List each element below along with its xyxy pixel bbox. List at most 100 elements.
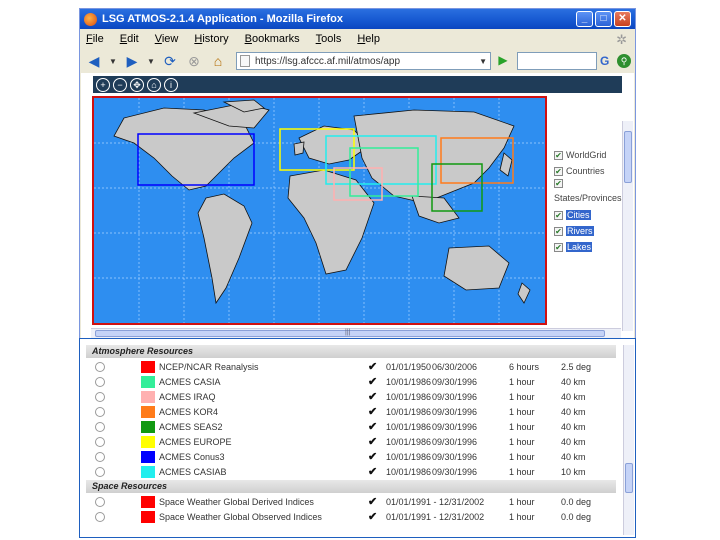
back-icon[interactable]: ◀ xyxy=(84,51,104,71)
layer-worldgrid[interactable]: ✔ WorldGrid xyxy=(554,147,624,163)
menu-history[interactable]: History xyxy=(194,33,228,45)
time-step: 1 hour xyxy=(509,376,535,387)
resolution: 2.5 deg xyxy=(561,361,592,372)
section-header-space: Space Resources xyxy=(86,480,616,493)
resource-row[interactable]: ACMES EUROPE ✔ 10/01/1986 09/30/1996 1 h… xyxy=(92,434,617,449)
vertical-scrollbar[interactable] xyxy=(623,345,634,535)
resource-row[interactable]: ACMES KOR4 ✔ 10/01/1986 09/30/1996 1 hou… xyxy=(92,404,617,419)
back-dropdown-icon[interactable]: ▼ xyxy=(108,51,118,71)
home-icon[interactable]: ⌂ xyxy=(147,77,161,92)
resource-row[interactable]: ACMES Conus3 ✔ 10/01/1986 09/30/1996 1 h… xyxy=(92,449,617,464)
check-icon: ✔ xyxy=(368,451,378,463)
reload-icon[interactable]: ⟳ xyxy=(160,51,180,71)
menu-file[interactable]: File xyxy=(86,33,104,45)
radio-button[interactable] xyxy=(95,376,105,387)
checkbox[interactable]: ✔ xyxy=(554,166,563,176)
radio-button[interactable] xyxy=(95,466,105,477)
forward-dropdown-icon[interactable]: ▼ xyxy=(146,51,156,71)
search-engine-icon[interactable]: G xyxy=(600,54,614,68)
resolution: 0.0 deg xyxy=(561,496,592,507)
go-icon[interactable]: ▶ xyxy=(495,53,511,69)
checkbox[interactable]: ✔ xyxy=(554,210,563,220)
checkbox[interactable]: ✔ xyxy=(554,226,563,236)
layer-lakes[interactable]: ✔ Lakes xyxy=(554,239,624,255)
layer-states-provinces[interactable]: ✔ States/Provinces xyxy=(554,179,624,207)
resource-row[interactable]: ACMES SEAS2 ✔ 10/01/1986 09/30/1996 1 ho… xyxy=(92,419,617,434)
check-icon: ✔ xyxy=(368,391,378,403)
resource-row[interactable]: Space Weather Global Derived Indices ✔ 0… xyxy=(92,494,617,509)
horizontal-scrollbar[interactable]: ||| xyxy=(91,328,621,338)
resource-name: NCEP/NCAR Reanalysis xyxy=(159,361,259,372)
radio-button[interactable] xyxy=(95,496,105,507)
time-step: 1 hour xyxy=(509,436,535,447)
resolution: 40 km xyxy=(561,451,586,462)
home-icon[interactable]: ⌂ xyxy=(208,51,228,71)
checkbox[interactable]: ✔ xyxy=(554,150,563,160)
start-date: 10/01/1986 xyxy=(386,466,432,477)
search-input[interactable] xyxy=(517,52,597,70)
layer-rivers[interactable]: ✔ Rivers xyxy=(554,223,624,239)
navigation-toolbar: ◀ ▼ ▶ ▼ ⟳ ⊗ ⌂ https://lsg.afccc.af.mil/a… xyxy=(80,49,635,73)
title-bar[interactable]: LSG ATMOS-2.1.4 Application - Mozilla Fi… xyxy=(80,9,635,29)
layer-countries[interactable]: ✔ Countries xyxy=(554,163,624,179)
resource-row[interactable]: Space Weather Global Observed Indices ✔ … xyxy=(92,509,617,524)
map-toolbar: + − ✥ ⌂ i xyxy=(93,76,622,93)
radio-button[interactable] xyxy=(95,406,105,417)
time-step: 1 hour xyxy=(509,421,535,432)
resource-name: Space Weather Global Observed Indices xyxy=(159,511,322,522)
menu-bookmarks[interactable]: Bookmarks xyxy=(245,33,300,45)
menu-tools[interactable]: Tools xyxy=(316,33,342,45)
throbber-icon: ✲ xyxy=(616,32,627,47)
maximize-button[interactable]: □ xyxy=(595,11,612,27)
search-icon[interactable]: ⚲ xyxy=(617,54,631,68)
radio-button[interactable] xyxy=(95,436,105,447)
resource-row[interactable]: ACMES IRAQ ✔ 10/01/1986 09/30/1996 1 hou… xyxy=(92,389,617,404)
radio-button[interactable] xyxy=(95,361,105,372)
resolution: 40 km xyxy=(561,421,586,432)
browser-window: LSG ATMOS-2.1.4 Application - Mozilla Fi… xyxy=(79,8,636,340)
color-swatch xyxy=(141,435,155,448)
vertical-scrollbar[interactable] xyxy=(622,121,633,331)
resource-row[interactable]: NCEP/NCAR Reanalysis ✔ 01/01/1950 06/30/… xyxy=(92,359,617,374)
menu-view[interactable]: View xyxy=(155,33,179,45)
radio-button[interactable] xyxy=(95,451,105,462)
color-swatch xyxy=(141,390,155,403)
zoom-in-icon[interactable]: + xyxy=(96,77,110,92)
close-button[interactable]: ✕ xyxy=(614,11,631,27)
scroll-thumb[interactable] xyxy=(625,463,633,493)
end-date: 09/30/1996 xyxy=(432,406,478,417)
radio-button[interactable] xyxy=(95,511,105,522)
minimize-button[interactable]: _ xyxy=(576,11,593,27)
zoom-out-icon[interactable]: − xyxy=(113,77,127,92)
time-step: 1 hour xyxy=(509,451,535,462)
url-dropdown-icon[interactable]: ▼ xyxy=(479,57,487,66)
layer-cities[interactable]: ✔ Cities xyxy=(554,207,624,223)
color-swatch xyxy=(141,360,155,373)
end-date: 09/30/1996 xyxy=(432,376,478,387)
start-date: 10/01/1986 xyxy=(386,436,432,447)
resource-row[interactable]: ACMES CASIA ✔ 10/01/1986 09/30/1996 1 ho… xyxy=(92,374,617,389)
url-bar[interactable]: https://lsg.afccc.af.mil/atmos/app ▼ xyxy=(236,52,491,70)
stop-icon[interactable]: ⊗ xyxy=(184,51,204,71)
forward-icon[interactable]: ▶ xyxy=(122,51,142,71)
info-icon[interactable]: i xyxy=(164,77,178,92)
start-date: 10/01/1986 xyxy=(386,406,432,417)
layer-list: ✔ WorldGrid ✔ Countries ✔ States/Provinc… xyxy=(554,147,624,255)
scroll-thumb[interactable] xyxy=(624,131,632,183)
checkbox[interactable]: ✔ xyxy=(554,179,563,188)
world-map-graphic[interactable] xyxy=(94,98,545,323)
resource-name: ACMES CASIAB xyxy=(159,466,227,477)
menu-edit[interactable]: Edit xyxy=(120,33,139,45)
radio-button[interactable] xyxy=(95,391,105,402)
grip-icon: ||| xyxy=(345,329,351,336)
radio-button[interactable] xyxy=(95,421,105,432)
color-swatch xyxy=(141,450,155,463)
time-step: 6 hours xyxy=(509,361,540,372)
resource-row[interactable]: ACMES CASIAB ✔ 10/01/1986 09/30/1996 1 h… xyxy=(92,464,617,479)
world-map[interactable] xyxy=(92,96,547,325)
start-date: 10/01/1986 xyxy=(386,391,432,402)
pan-icon[interactable]: ✥ xyxy=(130,77,144,92)
menu-help[interactable]: Help xyxy=(357,33,380,45)
color-swatch xyxy=(141,495,155,508)
checkbox[interactable]: ✔ xyxy=(554,242,563,252)
